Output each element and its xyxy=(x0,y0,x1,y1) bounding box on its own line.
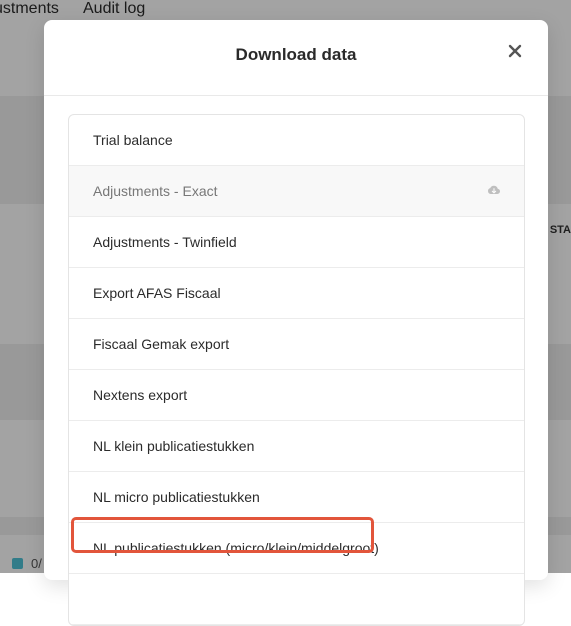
list-item[interactable]: Adjustments - Twinfield xyxy=(69,217,524,268)
modal-header: Download data xyxy=(44,20,548,96)
item-label: Trial balance xyxy=(93,132,173,148)
list-item[interactable]: NL publicatiestukken (micro/klein/middel… xyxy=(69,523,524,574)
close-icon xyxy=(508,44,522,58)
item-label: Nextens export xyxy=(93,387,188,403)
item-label: Fiscaal Gemak export xyxy=(93,336,230,352)
list-item[interactable] xyxy=(69,574,524,625)
list-item[interactable]: Fiscaal Gemak export xyxy=(69,319,524,370)
item-label: Adjustments - Twinfield xyxy=(93,234,237,250)
cloud-download-icon xyxy=(488,185,500,194)
list-item[interactable]: Trial balance xyxy=(69,115,524,166)
item-label: NL klein publicatiestukken xyxy=(93,438,255,454)
list-item[interactable]: NL micro publicatiestukken xyxy=(69,472,524,523)
item-label: Adjustments - Exact xyxy=(93,183,218,199)
download-data-modal: Download data Trial balance Adjustments … xyxy=(44,20,548,626)
modal-title: Download data xyxy=(235,45,357,64)
close-button[interactable] xyxy=(506,42,524,60)
item-label: NL micro publicatiestukken xyxy=(93,489,260,505)
list-item[interactable]: Nextens export xyxy=(69,370,524,421)
download-options-list: Trial balance Adjustments - Exact Adjust… xyxy=(68,114,525,626)
list-item[interactable]: Export AFAS Fiscaal xyxy=(69,268,524,319)
item-label: NL publicatiestukken (micro/klein/middel… xyxy=(93,540,379,556)
list-item: Adjustments - Exact xyxy=(69,166,524,217)
list-item[interactable]: NL klein publicatiestukken xyxy=(69,421,524,472)
item-label: Export AFAS Fiscaal xyxy=(93,285,221,301)
